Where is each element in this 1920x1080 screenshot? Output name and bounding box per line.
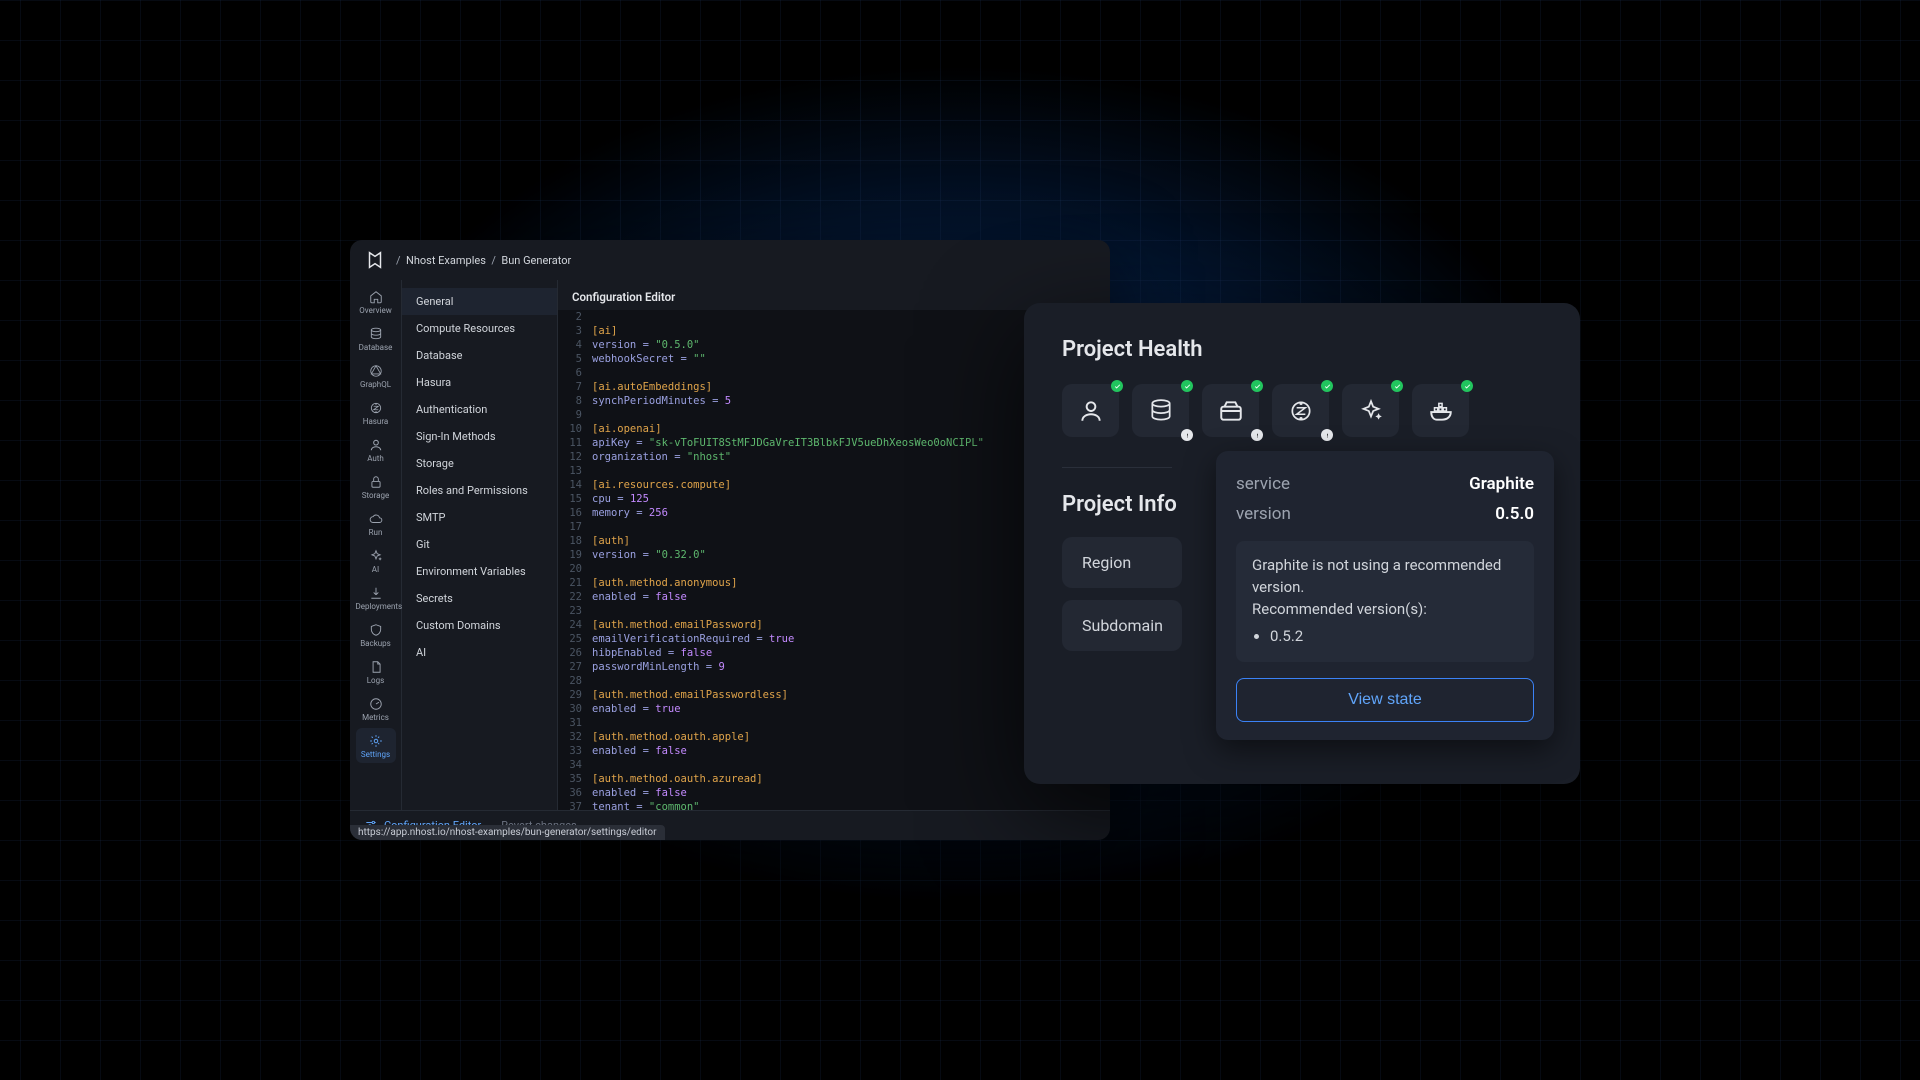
breadcrumb-org[interactable]: Nhost Examples: [406, 254, 486, 267]
settings-item-sign-in-methods[interactable]: Sign-In Methods: [402, 423, 557, 450]
service-label: service: [1236, 474, 1290, 494]
gear-icon: [369, 734, 383, 748]
info-row-subdomain: Subdomain: [1062, 600, 1182, 651]
status-url-hint: https://app.nhost.io/nhost-examples/bun-…: [350, 825, 665, 840]
nhost-logo-icon: [364, 249, 386, 271]
rail-item-database[interactable]: Database: [356, 321, 396, 356]
hasura-icon: [1288, 398, 1314, 424]
status-ok-icon: [1111, 380, 1123, 392]
settings-item-environment-variables[interactable]: Environment Variables: [402, 558, 557, 585]
editor-title: Configuration Editor: [558, 280, 1110, 310]
lock-icon: [369, 475, 383, 489]
settings-item-ai[interactable]: AI: [402, 639, 557, 666]
project-health-panel: Project Health Project Info RegionSubdom…: [1024, 303, 1580, 784]
settings-item-database[interactable]: Database: [402, 342, 557, 369]
rail-item-hasura[interactable]: Hasura: [356, 395, 396, 430]
sidebar-icon-rail: OverviewDatabaseGraphQLHasuraAuthStorage…: [350, 280, 402, 810]
settings-item-storage[interactable]: Storage: [402, 450, 557, 477]
sparkles-icon: [1358, 398, 1384, 424]
settings-item-hasura[interactable]: Hasura: [402, 369, 557, 396]
health-icon-sparkles[interactable]: [1342, 384, 1399, 437]
cloud-icon: [369, 512, 383, 526]
rail-item-deployments[interactable]: Deployments: [356, 580, 396, 615]
settings-item-secrets[interactable]: Secrets: [402, 585, 557, 612]
deploy-icon: [369, 586, 383, 600]
settings-item-roles-and-permissions[interactable]: Roles and Permissions: [402, 477, 557, 504]
rail-item-run[interactable]: Run: [356, 506, 396, 541]
status-ok-icon: [1391, 380, 1403, 392]
sparkles-icon: [369, 549, 383, 563]
status-warn-icon: [1321, 429, 1333, 441]
database-icon: [369, 327, 383, 341]
breadcrumb: / Nhost Examples / Bun Generator: [396, 254, 571, 267]
version-value: 0.5.0: [1495, 504, 1534, 524]
service-tooltip: service Graphite version 0.5.0 Graphite …: [1216, 451, 1554, 740]
graphql-icon: [369, 364, 383, 378]
rail-item-backups[interactable]: Backups: [356, 617, 396, 652]
status-ok-icon: [1251, 380, 1263, 392]
health-icon-hasura[interactable]: [1272, 384, 1329, 437]
hasura-icon: [369, 401, 383, 415]
project-health-title: Project Health: [1062, 337, 1542, 362]
storage-icon: [1218, 398, 1244, 424]
info-row-region: Region: [1062, 537, 1182, 588]
breadcrumb-project[interactable]: Bun Generator: [501, 254, 571, 267]
version-label: version: [1236, 504, 1291, 524]
user-icon: [369, 438, 383, 452]
settings-item-compute-resources[interactable]: Compute Resources: [402, 315, 557, 342]
rail-item-settings[interactable]: Settings: [356, 728, 396, 763]
status-ok-icon: [1181, 380, 1193, 392]
service-value: Graphite: [1469, 474, 1534, 494]
version-warning-message: Graphite is not using a recommended vers…: [1236, 541, 1534, 662]
rail-item-graphql[interactable]: GraphQL: [356, 358, 396, 393]
status-warn-icon: [1251, 429, 1263, 441]
topbar: / Nhost Examples / Bun Generator: [350, 240, 1110, 280]
database-icon: [1148, 398, 1174, 424]
home-icon: [369, 290, 383, 304]
settings-menu: GeneralCompute ResourcesDatabaseHasuraAu…: [402, 280, 558, 810]
settings-item-custom-domains[interactable]: Custom Domains: [402, 612, 557, 639]
file-icon: [369, 660, 383, 674]
health-icon-storage[interactable]: [1202, 384, 1259, 437]
user-icon: [1078, 398, 1104, 424]
rail-item-storage[interactable]: Storage: [356, 469, 396, 504]
rail-item-logs[interactable]: Logs: [356, 654, 396, 689]
rail-item-metrics[interactable]: Metrics: [356, 691, 396, 726]
rail-item-ai[interactable]: AI: [356, 543, 396, 578]
health-icon-docker[interactable]: [1412, 384, 1469, 437]
rail-item-auth[interactable]: Auth: [356, 432, 396, 467]
health-icon-row: [1062, 384, 1542, 437]
divider: [1062, 467, 1172, 468]
app-window: / Nhost Examples / Bun Generator Overvie…: [350, 240, 1110, 840]
gauge-icon: [369, 697, 383, 711]
docker-icon: [1428, 398, 1454, 424]
settings-item-authentication[interactable]: Authentication: [402, 396, 557, 423]
settings-item-general[interactable]: General: [402, 288, 557, 315]
shield-icon: [369, 623, 383, 637]
status-ok-icon: [1321, 380, 1333, 392]
settings-item-smtp[interactable]: SMTP: [402, 504, 557, 531]
status-warn-icon: [1181, 429, 1193, 441]
status-ok-icon: [1461, 380, 1473, 392]
view-state-button[interactable]: View state: [1236, 678, 1534, 722]
health-icon-database[interactable]: [1132, 384, 1189, 437]
health-icon-user[interactable]: [1062, 384, 1119, 437]
settings-item-git[interactable]: Git: [402, 531, 557, 558]
rail-item-overview[interactable]: Overview: [356, 284, 396, 319]
